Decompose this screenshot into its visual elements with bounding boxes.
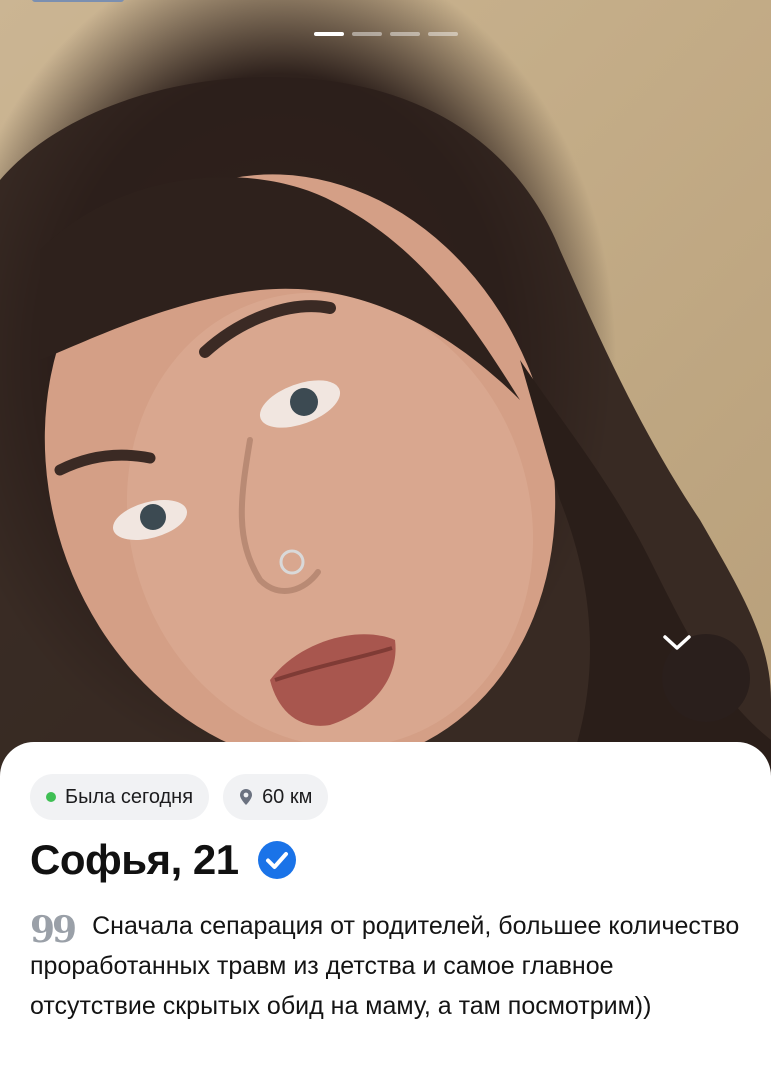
profile-screen: Была сегодня 60 км Софья, 21 99 Сначала с… [0, 0, 771, 1080]
online-dot-icon [46, 792, 56, 802]
online-status-chip: Была сегодня [30, 774, 210, 820]
top-tab-indicator [32, 0, 124, 2]
expand-profile-button[interactable] [662, 634, 750, 722]
quote-icon: 99 [30, 909, 77, 951]
profile-photo[interactable] [0, 0, 771, 790]
chevron-down-icon [663, 635, 691, 650]
bio-text: Сначала сепарация от родителей, большее … [30, 912, 740, 1020]
distance-chip: 60 км [223, 774, 329, 820]
profile-name-age: Софья, 21 [30, 836, 239, 883]
pager-dot[interactable] [314, 32, 344, 36]
verified-check-icon [257, 841, 296, 879]
distance-label: 60 км [262, 785, 313, 808]
status-chips: Была сегодня 60 км [30, 774, 329, 820]
profile-bio: 99 Сначала сепарация от родителей, больше… [30, 906, 740, 1026]
pager-dot[interactable] [352, 32, 382, 36]
pager-dot[interactable] [390, 32, 420, 36]
profile-info-card: Была сегодня 60 км Софья, 21 99 Сначала с… [0, 742, 771, 1080]
verified-badge[interactable] [257, 840, 297, 880]
photo-pager [314, 32, 458, 36]
online-status-label: Была сегодня [65, 785, 194, 808]
location-pin-icon [240, 789, 253, 805]
pager-dot[interactable] [428, 32, 458, 36]
name-row: Софья, 21 [30, 836, 297, 884]
photo-illustration [0, 77, 771, 790]
